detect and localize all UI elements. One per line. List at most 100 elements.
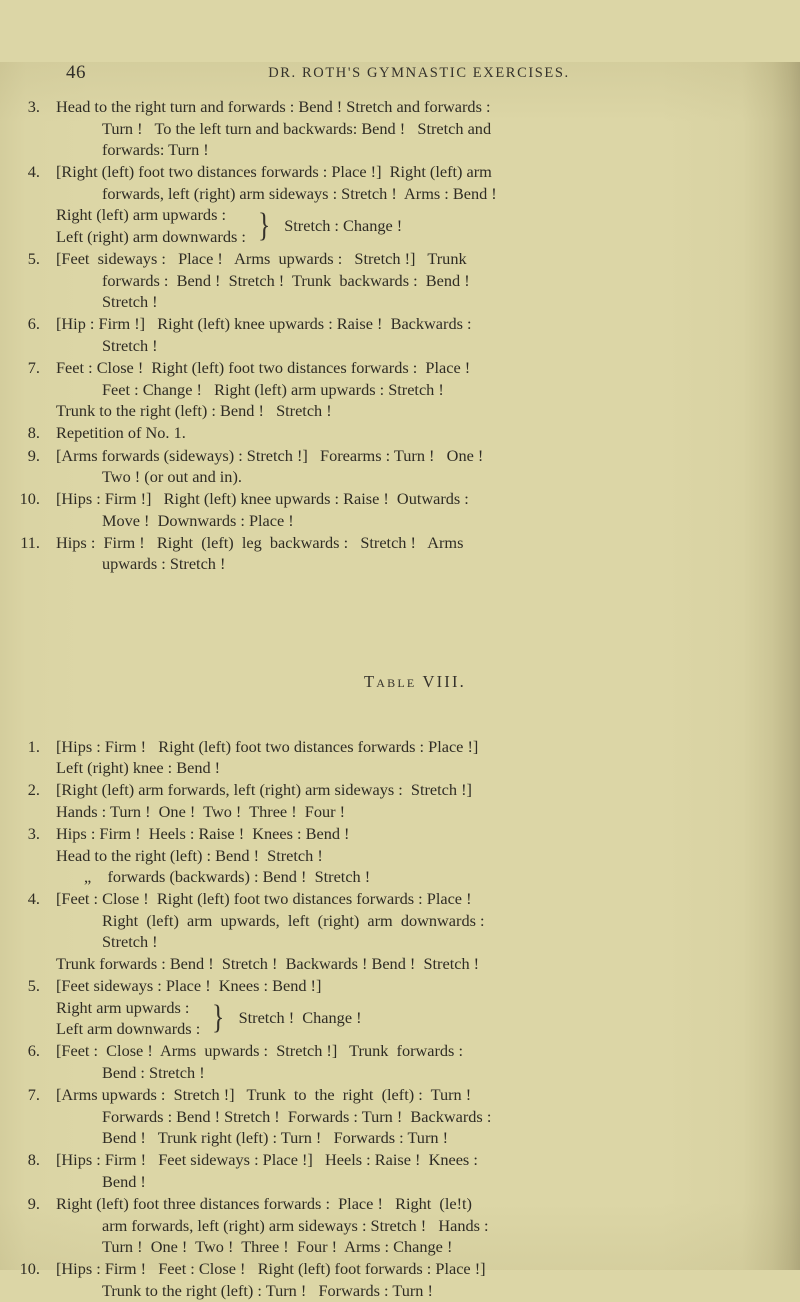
exercise-item: 4. [Right (left) foot two distances forwa… — [0, 161, 800, 247]
exercise-item: 2. [Right (left) arm forwards, left (righ… — [0, 779, 800, 822]
exercise-line: [Feet sideways : Place ! Arms upwards : … — [56, 249, 467, 269]
exercise-line: Repetition of No. 1. — [56, 423, 186, 443]
exercise-number: 9. — [27, 1194, 40, 1214]
exercise-line: Turn ! One ! Two ! Three ! Four ! Arms :… — [102, 1237, 453, 1257]
exercise-line: Hips : Firm ! Right (left) leg backwards… — [56, 532, 464, 552]
brace-row-line: Right arm upwards : — [56, 997, 190, 1017]
brace-command-text: Stretch : Change ! — [284, 216, 403, 236]
exercise-line: [Hips : Firm ! Feet sideways : Place !] … — [56, 1150, 478, 1170]
exercise-line: Two ! (or out and in). — [102, 467, 242, 487]
exercise-item: 7. [Arms upwards : Stretch !] Trunk to th… — [0, 1084, 800, 1149]
exercise-line: [Arms forwards (sideways) : Stretch !] F… — [56, 445, 484, 465]
exercise-line: forwards: Turn ! — [102, 140, 209, 160]
exercise-line: [Hip : Firm !] Right (left) knee upwards… — [56, 314, 472, 334]
exercise-line: Bend ! — [102, 1171, 146, 1191]
exercise-line: Right (left) foot three distances forwar… — [56, 1194, 472, 1214]
exercise-line: Hands : Turn ! One ! Two ! Three ! Four … — [56, 801, 346, 821]
brace-group: Right arm upwards : Left arm downwards :}… — [56, 997, 800, 1040]
exercise-number: 9. — [27, 445, 40, 465]
exercise-item: 6. [Feet : Close ! Arms upwards : Stretch… — [0, 1040, 800, 1083]
exercise-line: [Hips : Firm ! Right (left) foot two dis… — [56, 736, 479, 756]
exercise-list-section-one: 3. Head to the right turn and forwards : … — [0, 96, 800, 575]
exercise-line: Trunk to the right (left) : Turn ! Forwa… — [102, 1280, 433, 1300]
exercise-item: 3. Hips : Firm ! Heels : Raise ! Knees : … — [0, 823, 800, 888]
exercise-item: 6. [Hip : Firm !] Right (left) knee upwar… — [0, 313, 800, 356]
running-head: 46 DR. ROTH'S GYMNASTIC EXERCISES. — [0, 62, 800, 96]
exercise-item: 7. Feet : Close ! Right (left) foot two d… — [0, 357, 800, 422]
exercise-line: Move ! Downwards : Place ! — [102, 510, 294, 530]
brace-row-line: Right (left) arm upwards : — [56, 205, 227, 225]
exercise-number: 10. — [19, 1259, 40, 1279]
exercise-line: Trunk forwards : Bend ! Stretch ! Backwa… — [56, 954, 480, 973]
exercise-line: Head to the right turn and forwards : Be… — [56, 97, 491, 116]
brace-row-line: Left arm downwards : — [56, 1019, 201, 1039]
exercise-line: Stretch ! — [102, 336, 158, 356]
exercise-line: Stretch ! — [102, 292, 158, 312]
exercise-line: Hips : Firm ! Heels : Raise ! Knees : Be… — [56, 823, 350, 843]
exercise-line: Left (right) knee : Bend ! — [56, 758, 221, 778]
exercise-number: 10. — [19, 489, 40, 509]
exercise-number: 11. — [20, 532, 40, 552]
exercise-item: 10. [Hips : Firm ! Feet : Close ! Right (… — [0, 1258, 800, 1301]
exercise-line: Stretch ! — [102, 932, 158, 952]
brace-group: Right (left) arm upwards : Left (right) a… — [56, 204, 800, 247]
exercise-item: 11. Hips : Firm ! Right (left) leg backwa… — [0, 532, 800, 575]
exercise-line: Bend ! Trunk right (left) : Turn ! Forwa… — [102, 1128, 449, 1148]
exercise-number: 6. — [27, 1041, 40, 1061]
exercise-line: Forwards : Bend ! Stretch ! Forwards : T… — [102, 1106, 492, 1126]
exercise-number: 4. — [27, 889, 40, 909]
exercise-line: [Hips : Firm ! Feet : Close ! Right (lef… — [56, 1259, 486, 1279]
exercise-number: 8. — [27, 1150, 40, 1170]
exercise-number: 4. — [27, 162, 40, 182]
exercise-line: Turn ! To the left turn and backwards: B… — [102, 118, 492, 138]
exercise-line: Trunk to the right (left) : Bend ! Stret… — [56, 401, 332, 421]
exercise-item: 8. Repetition of No. 1. — [0, 422, 800, 444]
exercise-line: Bend : Stretch ! — [102, 1062, 205, 1082]
exercise-line: upwards : Stretch ! — [102, 554, 226, 574]
exercise-item: 9. [Arms forwards (sideways) : Stretch !]… — [0, 445, 800, 488]
exercise-line: [Right (left) foot two distances forward… — [56, 162, 492, 182]
exercise-line: [Right (left) arm forwards, left (right)… — [56, 780, 472, 800]
exercise-number: 7. — [27, 358, 40, 378]
exercise-item: 5. [Feet sideways : Place ! Arms upwards … — [0, 248, 800, 313]
exercise-item: 4. [Feet : Close ! Right (left) foot two … — [0, 888, 800, 974]
exercise-number: 3. — [27, 97, 40, 116]
exercise-line: [Feet : Close ! Arms upwards : Stretch !… — [56, 1041, 463, 1061]
exercise-item: 8. [Hips : Firm ! Feet sideways : Place !… — [0, 1149, 800, 1192]
brace-rows: Right arm upwards : Left arm downwards : — [56, 997, 200, 1040]
exercise-item: 5. [Feet sideways : Place ! Knees : Bend … — [0, 975, 800, 1040]
exercise-list-table-viii: 1. [Hips : Firm ! Right (left) foot two d… — [0, 736, 800, 1302]
ditto-line: „ forwards (backwards) : Bend ! Stretch … — [84, 867, 371, 887]
exercise-line: Feet : Close ! Right (left) foot two dis… — [56, 358, 471, 378]
brace-command-text: Stretch ! Change ! — [238, 1008, 362, 1028]
table-caption: Table VIII. — [364, 671, 466, 691]
page-content: 46 DR. ROTH'S GYMNASTIC EXERCISES. 3. Hea… — [0, 62, 800, 1302]
curly-brace-icon: } — [257, 207, 271, 245]
exercise-line: [Feet sideways : Place ! Knees : Bend !] — [56, 976, 322, 996]
exercise-item: 10. [Hips : Firm !] Right (left) knee upw… — [0, 488, 800, 531]
exercise-line: [Feet : Close ! Right (left) foot two di… — [56, 889, 472, 909]
exercise-line: Right (left) arm upwards, left (right) a… — [102, 910, 485, 930]
running-title: DR. ROTH'S GYMNASTIC EXERCISES. — [268, 65, 570, 81]
exercise-line: forwards, left (right) arm sideways : St… — [102, 183, 497, 203]
curly-brace-icon: } — [212, 999, 225, 1037]
exercise-number: 1. — [27, 736, 40, 756]
exercise-number: 2. — [27, 780, 40, 800]
exercise-line: Head to the right (left) : Bend ! Stretc… — [56, 845, 323, 865]
exercise-number: 7. — [27, 1085, 40, 1105]
exercise-line: arm forwards, left (right) arm sideways … — [102, 1215, 489, 1235]
exercise-line: Feet : Change ! Right (left) arm upwards… — [102, 379, 444, 399]
exercise-number: 6. — [27, 314, 40, 334]
exercise-item: 3. Head to the right turn and forwards : … — [0, 96, 800, 161]
exercise-number: 8. — [27, 423, 40, 443]
exercise-line: [Hips : Firm !] Right (left) knee upward… — [56, 489, 469, 509]
exercise-line: forwards : Bend ! Stretch ! Trunk backwa… — [102, 270, 470, 290]
exercise-item: 9. Right (left) foot three distances forw… — [0, 1193, 800, 1258]
exercise-line: [Arms upwards : Stretch !] Trunk to the … — [56, 1085, 472, 1105]
brace-rows: Right (left) arm upwards : Left (right) a… — [56, 204, 246, 247]
exercise-number: 5. — [27, 249, 40, 269]
exercise-number: 3. — [27, 823, 40, 843]
exercise-number: 5. — [27, 976, 40, 996]
